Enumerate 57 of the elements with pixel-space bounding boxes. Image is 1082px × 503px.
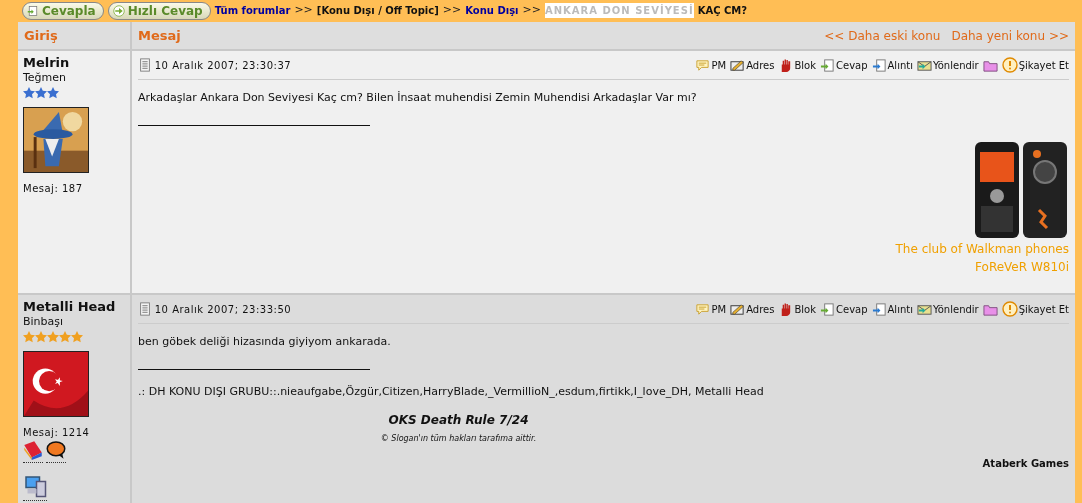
action-link[interactable]: Blok bbox=[778, 57, 816, 73]
breadcrumb-text: [Konu Dışı / Off Topic] bbox=[316, 4, 439, 18]
signature-title: OKS Death Rule 7/24 bbox=[388, 413, 529, 427]
username: Melrin bbox=[23, 55, 71, 70]
action-link[interactable]: Cevap bbox=[820, 301, 868, 317]
action-link[interactable]: Alıntı bbox=[871, 301, 913, 317]
page-arrow-icon bbox=[820, 57, 835, 73]
breadcrumb-link[interactable]: Tüm forumlar bbox=[214, 3, 291, 18]
post-count: Mesaj: 187 bbox=[23, 181, 84, 196]
arrow-icon bbox=[112, 4, 125, 17]
action-link[interactable]: Adres bbox=[730, 301, 775, 317]
breadcrumb-separator: >> bbox=[294, 2, 313, 19]
breadcrumb-link[interactable]: Konu Dışı bbox=[465, 3, 519, 18]
column-header: Mesaj bbox=[138, 26, 181, 45]
document-icon bbox=[138, 301, 152, 317]
action-link[interactable]: Cevap bbox=[820, 57, 868, 73]
page-arrow-icon bbox=[820, 301, 835, 317]
speech-bubble-icon bbox=[695, 301, 711, 317]
action-link[interactable]: Şikayet Et bbox=[1001, 57, 1069, 73]
action-link[interactable]: Adres bbox=[730, 57, 775, 73]
user-rank: Binbaşı bbox=[23, 314, 65, 330]
page-arrow-icon bbox=[871, 57, 887, 73]
action-link[interactable]: PM bbox=[695, 57, 727, 73]
address-card-icon bbox=[730, 301, 746, 317]
action-link[interactable]: Yönlendir bbox=[916, 301, 979, 317]
action-link[interactable]: Blok bbox=[778, 301, 816, 317]
signature-text: .: DH KONU DIŞI GRUBU::.nieaufgabe,Özgür,Citizen,HarryBlade,_VermillioN_,esdum,firtikk,I_love_DH, Metalli Head bbox=[138, 383, 765, 400]
chat-bubble-icon[interactable] bbox=[45, 439, 66, 460]
page-icon bbox=[27, 4, 39, 17]
post-date: 10 Aralık 2007; 23:33:50 bbox=[154, 302, 292, 317]
post-text: Arkadaşlar Ankara Don Seviyesi Kaç cm? Bilen İnsaat muhendisi Zemin Muhendisi Arkadaşlar Var mı? bbox=[138, 90, 698, 106]
signature-note: © Slogan'ın tüm hakları tarafıma aittir. bbox=[380, 433, 537, 443]
action-link[interactable]: Şikayet Et bbox=[1001, 301, 1069, 317]
document-icon bbox=[138, 57, 152, 73]
signature-text: The club of Walkman phones bbox=[894, 240, 1069, 258]
warning-icon bbox=[1001, 57, 1018, 73]
address-card-icon bbox=[730, 57, 746, 73]
page-arrow-icon bbox=[871, 301, 887, 317]
breadcrumb-separator: >> bbox=[442, 2, 462, 19]
column-header: Giriş bbox=[24, 26, 58, 45]
user-rank: Teğmen bbox=[23, 70, 68, 86]
action-link[interactable]: Alıntı bbox=[871, 57, 913, 73]
book-icon[interactable] bbox=[23, 439, 43, 460]
action-link[interactable]: PM bbox=[695, 301, 727, 317]
breadcrumb-text: KAÇ CM? bbox=[697, 4, 748, 18]
post-count: Mesaj: 1214 bbox=[23, 425, 91, 440]
signature-credit: Ataberk Games bbox=[981, 457, 1069, 471]
breadcrumb-text: ANKARA DON SEVİYESİ bbox=[544, 3, 694, 18]
computer-icon[interactable] bbox=[23, 474, 47, 498]
username: Metalli Head bbox=[23, 299, 117, 314]
warning-icon bbox=[1001, 301, 1018, 317]
breadcrumb-separator: >> bbox=[522, 2, 541, 19]
post-date: 10 Aralık 2007; 23:30:37 bbox=[154, 58, 292, 73]
speech-bubble-icon bbox=[695, 57, 711, 73]
action-link[interactable]: Yönlendir bbox=[916, 57, 979, 73]
post-text: ben göbek deliği hizasında giyiyom ankarada. bbox=[138, 334, 392, 350]
signature-text: FoReVeR W810i bbox=[974, 258, 1069, 276]
